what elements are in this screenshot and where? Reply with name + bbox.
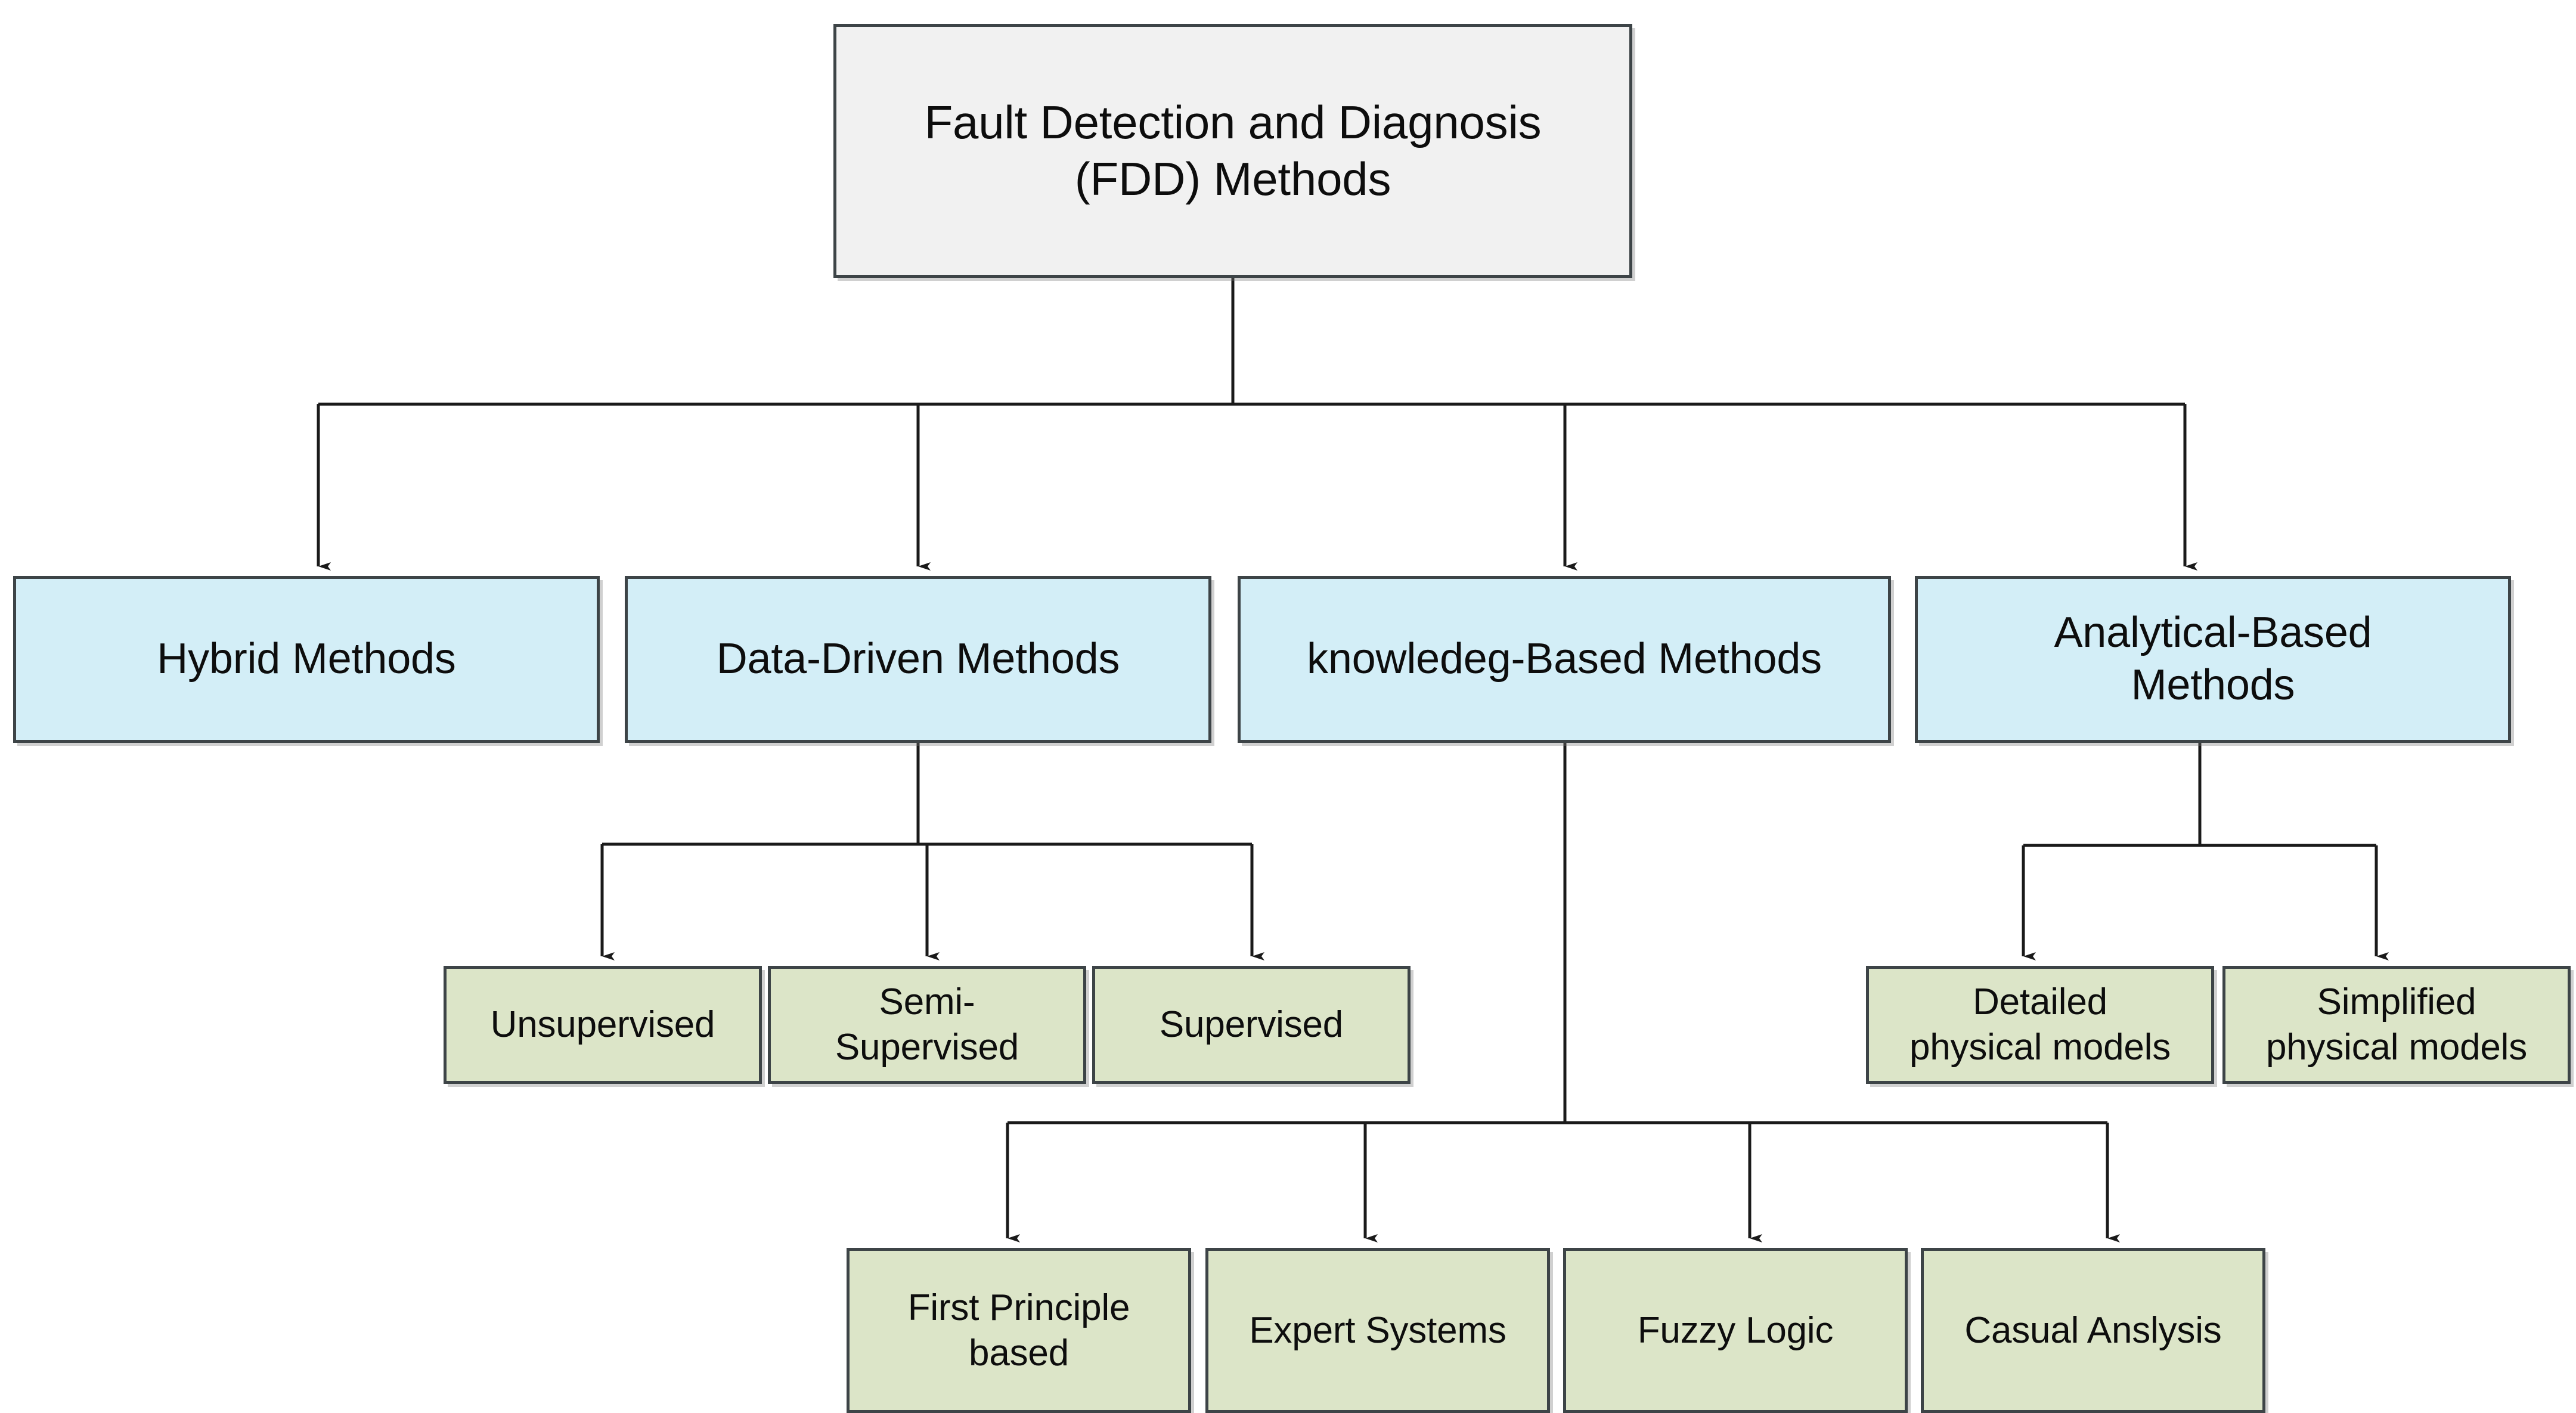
node-expert-systems-label: Expert Systems	[1249, 1309, 1506, 1351]
node-simplified-physical-models[interactable]: Simplified physical models	[2222, 966, 2571, 1084]
node-semi-supervised[interactable]: Semi- Supervised	[768, 966, 1086, 1084]
fdd-taxonomy-diagram: Fault Detection and Diagnosis (FDD) Meth…	[0, 0, 2576, 1413]
node-simplified-physical-models-label: Simplified physical models	[2265, 981, 2528, 1068]
node-fuzzy-logic-label: Fuzzy Logic	[1637, 1309, 1834, 1351]
node-root[interactable]: Fault Detection and Diagnosis (FDD) Meth…	[833, 24, 1632, 278]
node-knowledge-based-methods[interactable]: knowledeg-Based Methods	[1238, 576, 1891, 743]
node-casual-analysis[interactable]: Casual Anslysis	[1921, 1248, 2265, 1413]
node-unsupervised-label: Unsupervised	[490, 1004, 715, 1046]
node-hybrid-methods[interactable]: Hybrid Methods	[13, 576, 600, 743]
node-semi-supervised-label: Semi- Supervised	[835, 981, 1019, 1068]
node-expert-systems[interactable]: Expert Systems	[1205, 1248, 1550, 1413]
node-root-label: Fault Detection and Diagnosis (FDD) Meth…	[924, 95, 1542, 205]
node-detailed-physical-models-label: Detailed physical models	[1909, 981, 2171, 1068]
node-detailed-physical-models[interactable]: Detailed physical models	[1866, 966, 2214, 1084]
node-fuzzy-logic[interactable]: Fuzzy Logic	[1563, 1248, 1908, 1413]
node-hybrid-methods-label: Hybrid Methods	[157, 635, 456, 683]
node-analytical-based-methods-label: Analytical-Based Methods	[2054, 609, 2372, 709]
node-first-principle-based-label: First Principle based	[907, 1287, 1130, 1374]
node-unsupervised[interactable]: Unsupervised	[444, 966, 762, 1084]
node-knowledge-based-methods-label: knowledeg-Based Methods	[1307, 635, 1822, 683]
node-supervised-label: Supervised	[1159, 1004, 1344, 1046]
node-data-driven-methods[interactable]: Data-Driven Methods	[625, 576, 1211, 743]
node-analytical-based-methods[interactable]: Analytical-Based Methods	[1915, 576, 2511, 743]
node-first-principle-based[interactable]: First Principle based	[847, 1248, 1191, 1413]
node-data-driven-methods-label: Data-Driven Methods	[716, 635, 1120, 683]
node-supervised[interactable]: Supervised	[1092, 966, 1411, 1084]
node-casual-analysis-label: Casual Anslysis	[1964, 1309, 2222, 1351]
